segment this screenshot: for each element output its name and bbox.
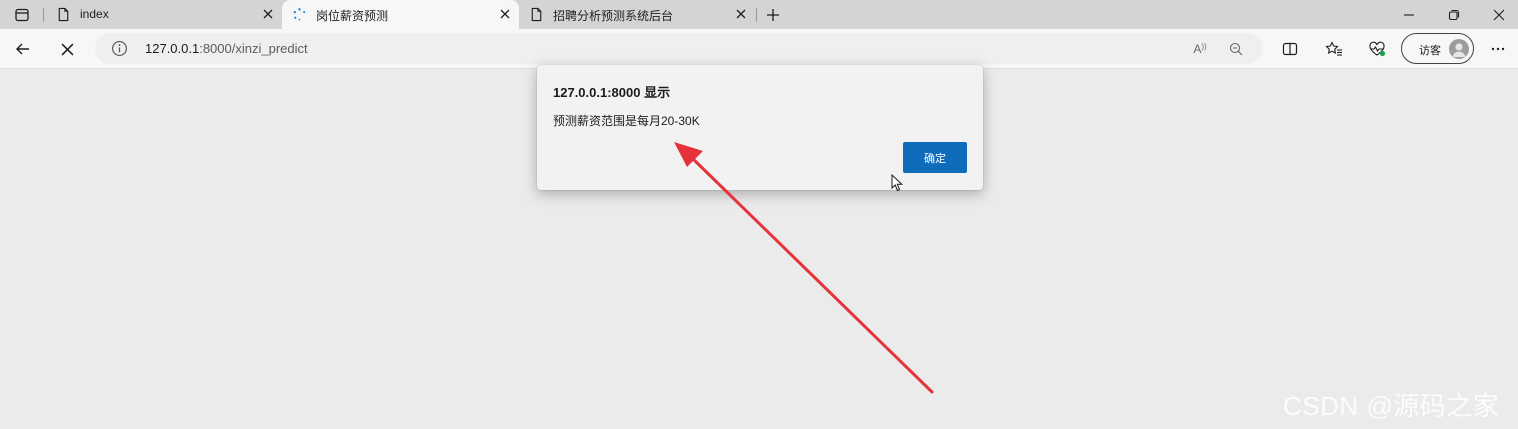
dialog-message: 预测薪资范围是每月20-30K	[553, 114, 700, 128]
zoom-button[interactable]	[1225, 38, 1247, 60]
ok-button[interactable]: 确定	[903, 142, 967, 173]
tab-label: 招聘分析预测系统后台	[553, 9, 674, 23]
split-screen-button[interactable]	[1276, 35, 1304, 63]
loading-icon	[293, 8, 306, 21]
tab-divider	[756, 8, 757, 22]
close-icon[interactable]	[733, 6, 749, 22]
url-host: 127.0.0.1	[145, 41, 200, 56]
split-screen-icon	[1282, 42, 1298, 56]
restore-icon	[1448, 9, 1460, 20]
url-text[interactable]: 127.0.0.1:8000/xinzi_predict	[145, 41, 308, 56]
read-aloud-icon: A	[1193, 42, 1202, 56]
alert-dialog: 127.0.0.1:8000 显示 预测薪资范围是每月20-30K 确定	[537, 65, 983, 190]
tab-actions-button[interactable]	[0, 0, 44, 29]
read-aloud-button[interactable]: A))	[1189, 38, 1211, 60]
tab-recruitment-admin[interactable]: 招聘分析预测系统后台	[519, 0, 755, 29]
heart-pulse-icon	[1369, 41, 1386, 57]
profile-label: 访客	[1419, 45, 1441, 57]
favorites-icon	[1325, 41, 1342, 56]
close-icon	[61, 43, 73, 55]
close-icon[interactable]	[260, 6, 276, 22]
tab-salary-predict[interactable]: 岗位薪资预测	[282, 0, 519, 29]
minimize-icon	[1404, 13, 1414, 16]
page-icon	[531, 7, 542, 22]
minimize-button[interactable]	[1386, 0, 1432, 29]
page-icon	[58, 7, 69, 22]
browser-toolbar: 127.0.0.1:8000/xinzi_predict A)) 访客	[0, 29, 1518, 69]
tab-actions-divider	[43, 8, 44, 22]
back-button[interactable]	[9, 35, 37, 63]
stop-loading-button[interactable]	[53, 35, 81, 63]
browser-essentials-button[interactable]	[1363, 35, 1391, 63]
info-icon[interactable]	[111, 40, 128, 57]
close-icon[interactable]	[497, 6, 513, 22]
mouse-cursor-icon	[891, 174, 904, 192]
profile-button[interactable]: 访客	[1401, 33, 1474, 64]
new-tab-button[interactable]	[762, 4, 784, 25]
watermark: CSDN @源码之家	[1283, 391, 1500, 421]
window-close-button[interactable]	[1476, 0, 1518, 29]
arrow-left-icon	[16, 43, 29, 55]
tab-label: 岗位薪资预测	[316, 9, 389, 23]
close-icon	[1493, 9, 1505, 20]
zoom-out-icon	[1229, 42, 1243, 56]
tab-actions-icon	[15, 8, 29, 21]
plus-icon	[767, 8, 779, 21]
favorites-button[interactable]	[1320, 35, 1348, 63]
restore-button[interactable]	[1431, 0, 1477, 29]
dialog-title: 127.0.0.1:8000 显示	[553, 85, 671, 100]
avatar	[1449, 39, 1469, 59]
more-icon	[1491, 47, 1505, 51]
settings-more-button[interactable]	[1484, 35, 1512, 63]
url-path: :8000/xinzi_predict	[199, 41, 308, 56]
tab-label: index	[80, 7, 109, 21]
address-bar[interactable]: 127.0.0.1:8000/xinzi_predict A))	[95, 33, 1263, 64]
tab-index[interactable]: index	[46, 0, 282, 29]
tab-strip: index 岗位薪资预测 招聘分析预测系统后台	[0, 0, 1518, 29]
